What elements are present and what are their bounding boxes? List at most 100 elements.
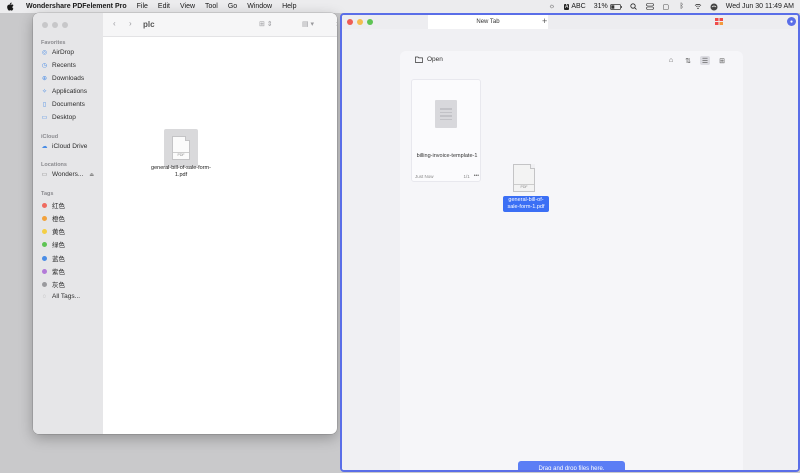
finder-toolbar: ‹ › ⊞ ⇕ ▤ ▾ »: [103, 13, 337, 37]
sidebar-item-applications[interactable]: ✧ Applications: [41, 88, 101, 95]
sidebar-tag-gray[interactable]: 灰色: [41, 279, 101, 289]
sort-icon[interactable]: ⇅: [683, 56, 693, 65]
back-button[interactable]: ‹: [113, 19, 116, 28]
wifi-icon[interactable]: [694, 3, 702, 11]
window-controls: [42, 22, 68, 28]
favorites-header: Favorites: [41, 40, 66, 46]
input-source-icon[interactable]: A ABC: [564, 3, 586, 11]
app-name-menu[interactable]: Wondershare PDFelement Pro: [26, 3, 127, 10]
eject-icon[interactable]: ⏏: [89, 172, 94, 178]
document-icon: [435, 100, 457, 128]
sidebar-item-downloads[interactable]: ⊕ Downloads: [41, 75, 101, 82]
view-controls: ⌂ ⇅ ☰ ⊞: [666, 56, 727, 65]
sidebar-tag-purple[interactable]: 紫色: [41, 266, 101, 276]
sidebar-tag-blue[interactable]: 蓝色: [41, 253, 101, 263]
dragged-pdf-icon[interactable]: PDF: [513, 164, 535, 192]
tags-header: Tags: [41, 191, 54, 197]
close-button[interactable]: [347, 19, 353, 25]
minimize-button[interactable]: [357, 19, 363, 25]
icon-view-icon[interactable]: ⊞ ⇕: [259, 20, 273, 28]
cloud-icon: ☁: [41, 144, 48, 150]
status-area: ☼ A ABC 31% ▢ ᛒ Wed Jun 30 11:49 AM: [548, 3, 794, 11]
account-avatar-icon[interactable]: ●: [787, 17, 796, 26]
zoom-button[interactable]: [62, 22, 68, 28]
apple-menu-icon[interactable]: [6, 2, 14, 11]
dragged-file-label: general-bill-of-sale-form-1.pdf: [503, 196, 549, 212]
sidebar-item-label: All Tags...: [52, 293, 81, 300]
document-time: Just Now: [415, 173, 434, 179]
menu-help[interactable]: Help: [282, 3, 296, 10]
forward-button[interactable]: ›: [129, 19, 132, 28]
menubar-clock[interactable]: Wed Jun 30 11:49 AM: [726, 3, 794, 10]
menu-go[interactable]: Go: [228, 3, 237, 10]
sidebar-item-documents[interactable]: ▯ Documents: [41, 101, 101, 108]
group-by-icon[interactable]: ▤ ▾: [302, 20, 314, 28]
finder-sidebar: Favorites ◎ AirDrop ◷ Recents ⊕ Download…: [33, 13, 103, 434]
window-controls: [347, 19, 373, 25]
pdf-badge: PDF: [514, 184, 534, 189]
airdrop-icon: ◎: [41, 50, 48, 56]
folder-icon: [415, 56, 423, 63]
tag-color-dot: [42, 241, 47, 247]
menu-window[interactable]: Window: [247, 3, 272, 10]
pdf-file-icon[interactable]: PDF: [164, 129, 198, 167]
search-icon[interactable]: [630, 3, 638, 11]
control-center-icon[interactable]: [645, 3, 654, 11]
sidebar-item-icloud-drive[interactable]: ☁ iCloud Drive: [41, 143, 101, 150]
document-meta: Just Now 1/1 •••: [415, 173, 479, 179]
download-icon: ⊕: [41, 76, 48, 82]
clipboard-icon[interactable]: ▢: [662, 3, 670, 11]
document-icon: ▯: [42, 102, 47, 108]
tag-color-dot: [42, 202, 47, 208]
clock-icon: ◷: [41, 63, 48, 69]
tag-color-dot: [42, 215, 47, 221]
menu-edit[interactable]: Edit: [158, 3, 170, 10]
sidebar-all-tags[interactable]: ◌ All Tags...: [41, 293, 101, 300]
more-options-icon[interactable]: •••: [474, 173, 479, 179]
desktop-icon: ▭: [41, 115, 48, 121]
sidebar-tag-red[interactable]: 红色: [41, 200, 101, 210]
grid-view-icon[interactable]: ⊞: [717, 56, 727, 65]
sidebar-item-airdrop[interactable]: ◎ AirDrop: [41, 49, 101, 56]
sidebar-item-recents[interactable]: ◷ Recents: [41, 62, 101, 69]
menu-file[interactable]: File: [137, 3, 148, 10]
tab-new-tab[interactable]: New Tab: [428, 15, 548, 29]
add-tab-button[interactable]: +: [542, 16, 547, 26]
open-button[interactable]: Open: [415, 56, 443, 63]
sidebar-tag-orange[interactable]: 橙色: [41, 213, 101, 223]
close-button[interactable]: [42, 22, 48, 28]
tag-color-dot: [42, 255, 47, 261]
pdf-page-icon: PDF: [172, 136, 190, 160]
bluetooth-icon[interactable]: ᛒ: [678, 3, 686, 11]
drag-drop-button[interactable]: Drag and drop files here.: [518, 461, 625, 470]
clear-recent-icon[interactable]: ⌂: [666, 56, 676, 65]
brightness-icon[interactable]: ☼: [548, 3, 556, 11]
recent-document-card[interactable]: billing-invoice-template-1 Just Now 1/1 …: [411, 79, 481, 182]
zoom-button[interactable]: [367, 19, 373, 25]
sidebar-item-label: 灰色: [52, 282, 65, 289]
menu-view[interactable]: View: [180, 3, 195, 10]
sidebar-item-label: Recents: [52, 62, 76, 69]
sidebar-item-label: 黄色: [52, 229, 65, 236]
finder-window: Favorites ◎ AirDrop ◷ Recents ⊕ Download…: [33, 13, 337, 434]
sidebar-item-wondershare[interactable]: ▭ Wonders... ⏏: [41, 171, 101, 178]
more-toolbar-icon[interactable]: »: [336, 19, 337, 28]
locations-header: Locations: [41, 162, 67, 168]
sidebar-item-label: 橙色: [52, 216, 65, 223]
siri-icon[interactable]: [710, 3, 718, 11]
list-view-icon[interactable]: ☰: [700, 56, 710, 65]
battery-status[interactable]: 31%: [594, 3, 622, 11]
sidebar-item-desktop[interactable]: ▭ Desktop: [41, 114, 101, 121]
menu-tool[interactable]: Tool: [205, 3, 218, 10]
tab-label: New Tab: [476, 19, 500, 25]
all-tags-icon: ◌: [42, 293, 47, 300]
pdfelement-logo-icon[interactable]: [715, 18, 723, 25]
pdf-page-icon: PDF: [513, 164, 535, 192]
sidebar-tag-green[interactable]: 绿色: [41, 239, 101, 249]
file-name-label[interactable]: general-bill-of-sale-form-1.pdf: [151, 165, 211, 179]
sidebar-item-label: Applications: [52, 88, 88, 95]
battery-percent: 31%: [593, 3, 608, 10]
sidebar-tag-yellow[interactable]: 黄色: [41, 226, 101, 236]
minimize-button[interactable]: [52, 22, 58, 28]
battery-icon: [609, 3, 622, 10]
